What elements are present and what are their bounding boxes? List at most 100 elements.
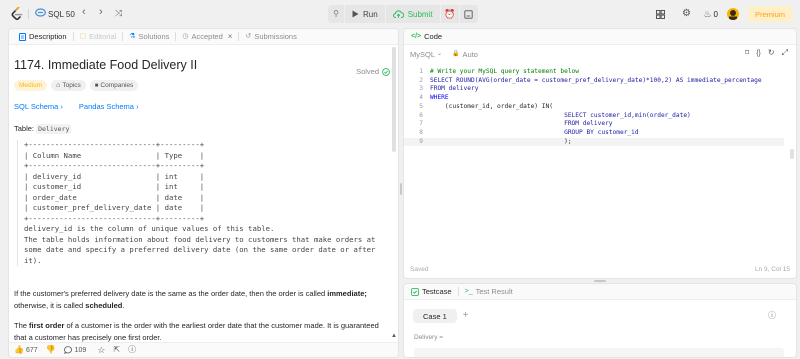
thumbs-down-icon[interactable]: 👎 — [46, 346, 56, 354]
case-1-tab[interactable]: Case 1 — [413, 309, 457, 323]
tab-code[interactable]: </> Code — [408, 32, 448, 41]
testcase-tabbar: Testcase >_ Test Result — [404, 284, 796, 300]
horizontal-splitter[interactable] — [594, 280, 606, 282]
tab-test-result[interactable]: >_ Test Result — [459, 287, 519, 296]
tab-testcase-label: Testcase — [422, 287, 452, 296]
layout-grid-icon[interactable] — [653, 9, 667, 19]
top-navbar: SQL 50 ‹ › ⤨ ⚲ Run Submit ⏰ ⚙ ♨ 0 Premiu… — [0, 0, 800, 28]
description-footer: 👍 677 👎 109 ☆ ⇱ ⓘ — [9, 342, 398, 357]
like-count: 677 — [25, 346, 38, 354]
description-panel: Description ▢ Editorial ⚗ Solutions ◷ Ac… — [8, 28, 399, 358]
code-editor[interactable]: 1 # Write your MySQL query statement belo… — [404, 65, 796, 265]
para2-text: The — [14, 321, 30, 330]
run-button[interactable]: Run — [345, 5, 385, 23]
paragraph-first-order: The first order of a customer is the ord… — [14, 320, 384, 344]
code-line: FROM delivery — [430, 120, 613, 128]
sql-schema-link[interactable]: SQL Schema › — [14, 102, 63, 111]
play-icon — [352, 10, 359, 18]
auto-mode[interactable]: 🔒 Auto — [452, 50, 478, 59]
lock-icon: 🔒 — [452, 51, 460, 57]
submit-button[interactable]: Submit — [385, 5, 440, 23]
tab-test-result-label: Test Result — [475, 287, 513, 296]
prev-problem-icon[interactable]: ‹ — [82, 7, 86, 18]
schema-note-block: delivery_id is the column of unique valu… — [17, 224, 384, 266]
terminal-icon: >_ — [464, 288, 473, 295]
code-line: GROUP BY customer_id — [430, 128, 639, 136]
debug-button[interactable]: ⚲ — [328, 5, 344, 23]
flask-icon: ⚗ — [129, 33, 136, 40]
shuffle-icon[interactable]: ⤨ — [115, 9, 122, 18]
companies-button[interactable]: ■ Companies — [89, 80, 139, 91]
star-icon[interactable]: ☆ — [97, 345, 105, 355]
book-icon: ▢ — [79, 33, 87, 40]
description-tabbar: Description ▢ Editorial ⚗ Solutions ◷ Ac… — [9, 29, 398, 45]
code-tabbar: </> Code — [404, 29, 796, 45]
table-label: Table: — [14, 124, 35, 133]
expand-icon[interactable]: ⤢ — [782, 49, 788, 57]
settings-gear-icon[interactable]: ⚙ — [679, 9, 693, 19]
para1-text: . — [122, 301, 125, 310]
study-plan-name[interactable]: SQL 50 — [48, 10, 75, 19]
code-line: SELECT ROUND(AVG(order_date = customer_p… — [430, 76, 762, 84]
clock-icon: ◷ — [182, 33, 189, 40]
timer-button[interactable]: ⏰ — [440, 5, 459, 23]
delivery-input[interactable] — [414, 348, 784, 357]
difficulty-badge: Medium — [14, 80, 48, 91]
premium-button[interactable]: Premium — [747, 6, 792, 22]
sql-schema-label: SQL Schema — [14, 102, 59, 111]
para1-text: otherwise, it is called — [14, 301, 86, 310]
add-case-icon[interactable]: + — [463, 311, 469, 321]
tab-testcase[interactable]: Testcase — [408, 287, 458, 296]
schema-code-block: +-----------------------------+---------… — [17, 140, 384, 224]
share-icon[interactable]: ⇱ — [113, 346, 120, 354]
chevron-down-icon: ⌄ — [437, 51, 443, 57]
bug-icon: ⚲ — [333, 9, 339, 18]
comment-count: 109 — [74, 346, 87, 354]
tab-description[interactable]: Description — [13, 32, 73, 41]
pandas-schema-link[interactable]: Pandas Schema › — [79, 102, 139, 111]
avatar[interactable] — [726, 8, 739, 20]
topics-label: Topics — [62, 82, 81, 89]
next-problem-icon[interactable]: › — [99, 7, 103, 18]
help-icon[interactable]: ⓘ — [128, 346, 136, 354]
vertical-splitter[interactable] — [400, 183, 402, 195]
tab-editorial[interactable]: ▢ Editorial — [74, 32, 123, 41]
code-line: FROM delivery — [430, 85, 479, 93]
checkbox-icon — [411, 287, 419, 296]
study-plan-icon[interactable] — [35, 8, 46, 17]
format-braces-icon[interactable]: {} — [756, 49, 761, 57]
submit-label: Submit — [407, 9, 433, 19]
scroll-up-icon[interactable]: ▲ — [391, 333, 397, 339]
para1-bold: immediate; — [327, 289, 367, 298]
solved-label: Solved — [356, 67, 379, 76]
case-tabs: Case 1 + — [413, 309, 469, 323]
editor-scrollbar[interactable] — [790, 149, 794, 159]
code-line: (customer_id, order_date) IN( — [430, 102, 553, 110]
tab-accepted[interactable]: ◷ Accepted × — [176, 32, 238, 41]
topics-button[interactable]: ⌂ Topics — [51, 80, 86, 91]
paragraph-immediate: If the customer's preferred delivery dat… — [14, 288, 384, 312]
saved-status: Saved — [410, 266, 429, 273]
reset-icon[interactable]: ↻ — [768, 49, 775, 57]
language-select[interactable]: MySQL ⌄ — [410, 50, 442, 59]
line-number: 9 — [419, 137, 423, 145]
close-tab-icon[interactable]: × — [228, 32, 233, 41]
comments-button[interactable]: 109 — [63, 346, 87, 354]
line-number: 1 — [419, 68, 423, 75]
tab-submissions[interactable]: ↺ Submissions — [239, 32, 302, 41]
tag-icon: ⌂ — [56, 82, 61, 89]
tab-submissions-label: Submissions — [254, 32, 297, 41]
line-number: 4 — [419, 94, 423, 102]
tab-solutions[interactable]: ⚗ Solutions — [123, 32, 175, 41]
fire-icon[interactable]: ♨ — [703, 9, 711, 19]
companies-label: Companies — [100, 82, 134, 89]
bookmark-icon[interactable]: ⌑ — [745, 49, 749, 57]
leetcode-logo[interactable] — [11, 7, 23, 21]
description-scrollbar[interactable] — [392, 47, 396, 152]
code-panel: </> Code MySQL ⌄ 🔒 Auto ⌑ {} ↻ ⤢ 1 # Writ… — [403, 28, 797, 279]
problem-description: 1174. Immediate Food Delivery II Solved … — [14, 51, 390, 344]
para2-text: that a customer has precisely one first … — [14, 333, 162, 342]
like-button[interactable]: 👍 677 — [14, 346, 38, 354]
notes-button[interactable] — [459, 5, 478, 23]
help-circle-icon[interactable]: ⓘ — [768, 312, 776, 320]
